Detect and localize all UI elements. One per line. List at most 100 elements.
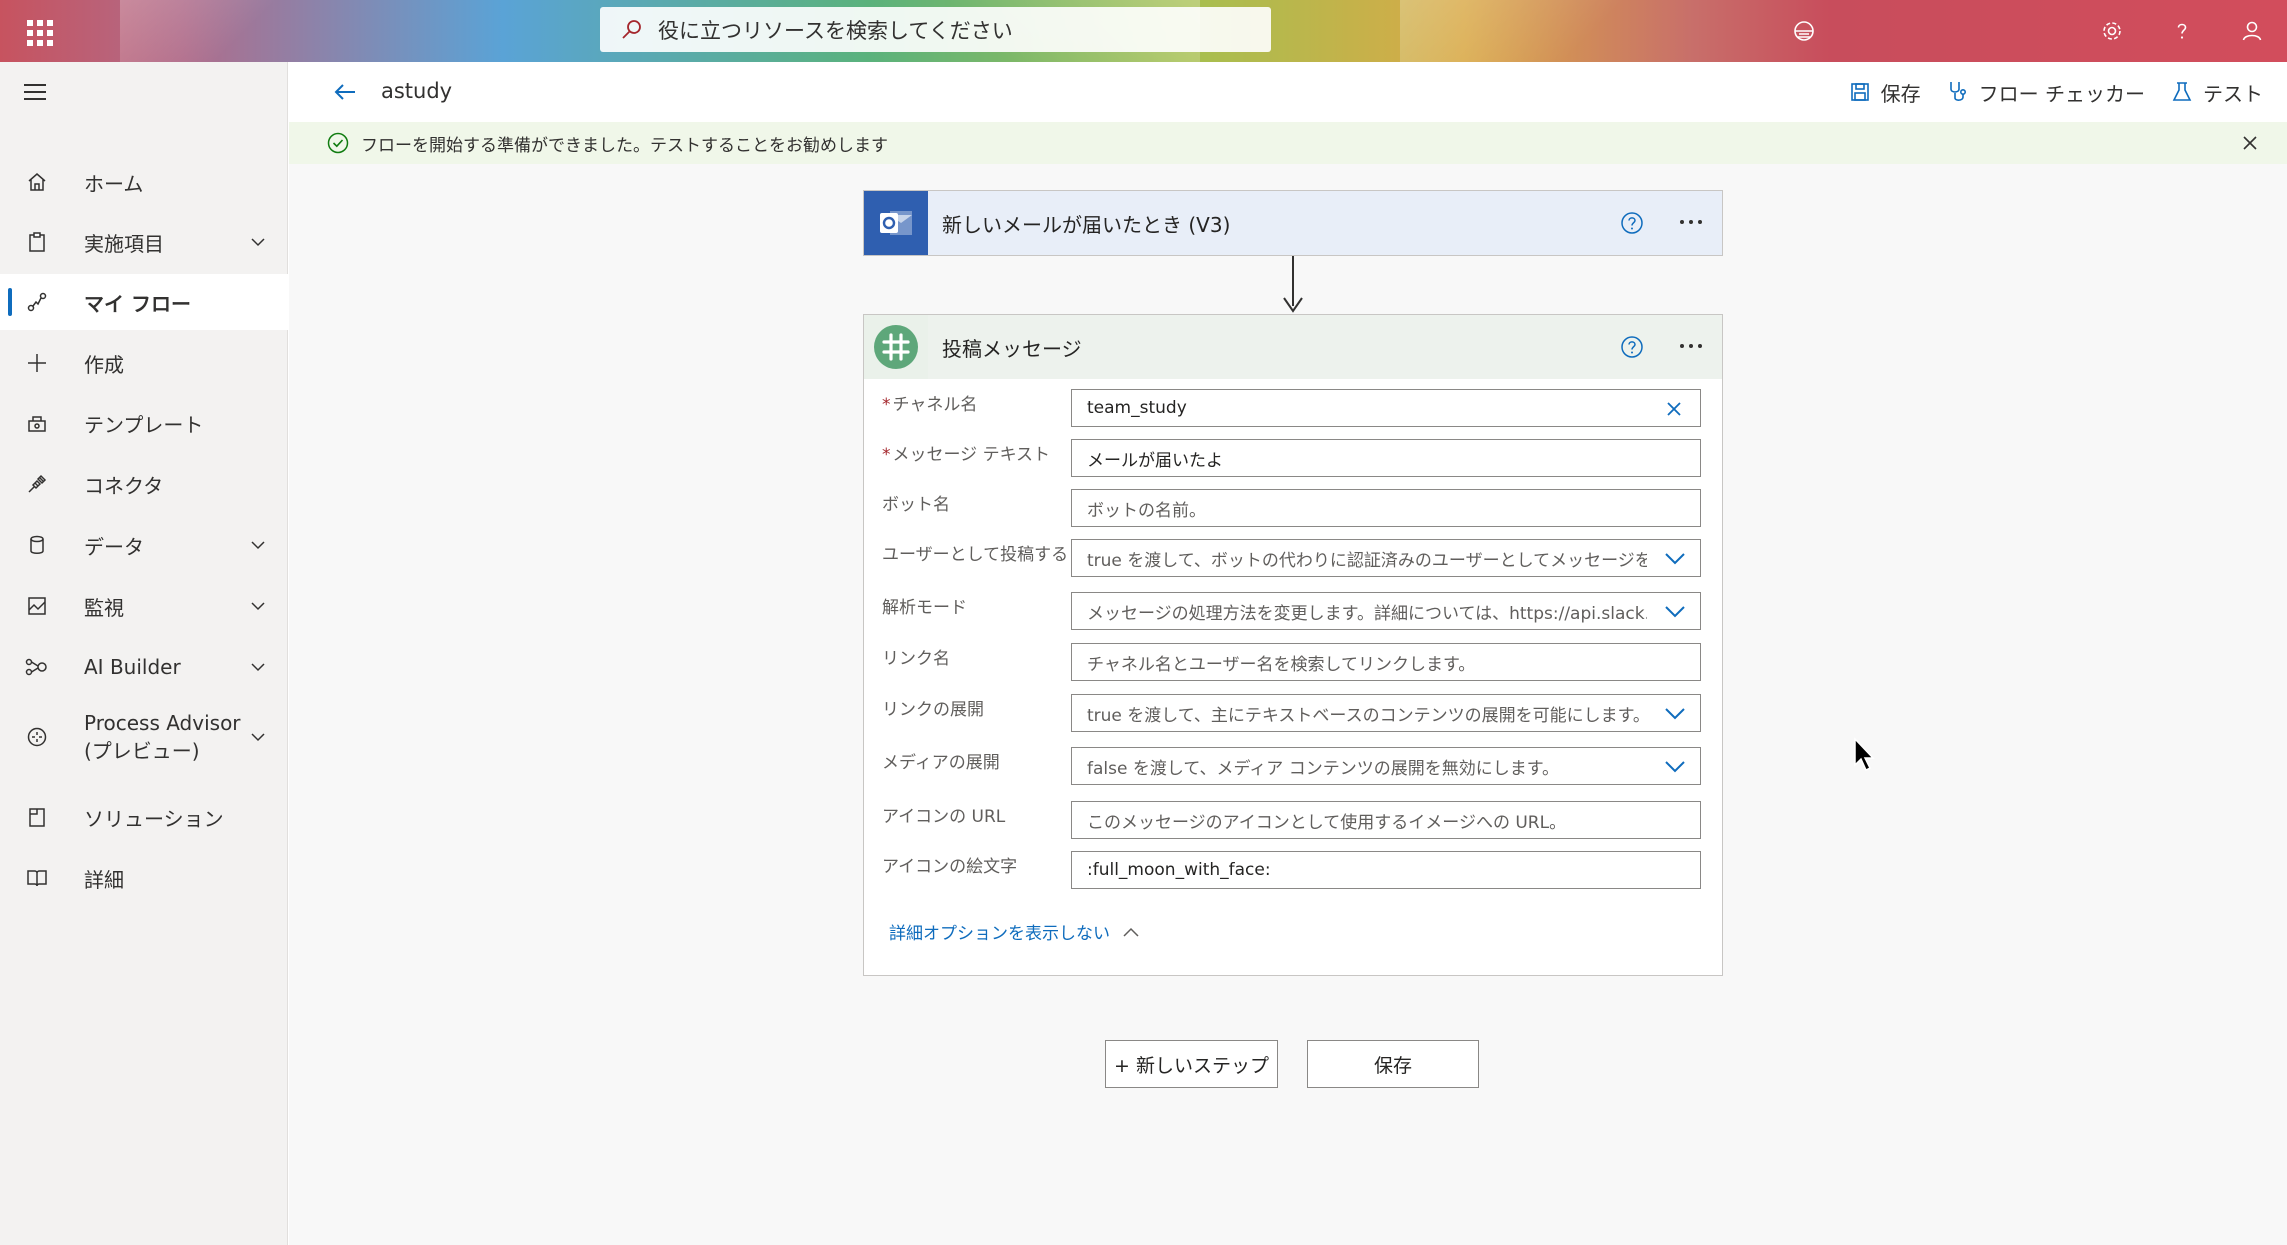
nav-item-solutions[interactable]: ソリューション: [0, 789, 288, 845]
solutions-icon: [24, 804, 50, 830]
chevron-down-icon[interactable]: [1664, 759, 1686, 775]
help-icon[interactable]: [2147, 0, 2217, 62]
field-label: ユーザーとして投稿する: [882, 545, 1069, 565]
trigger-card-header[interactable]: 新しいメールが届いたとき (V3): [864, 191, 1722, 255]
help-circle-icon[interactable]: [1620, 335, 1644, 359]
account-icon[interactable]: [2217, 0, 2287, 62]
nav-label: テンプレート: [84, 412, 204, 437]
nav-item-create[interactable]: 作成: [0, 335, 288, 391]
trigger-card[interactable]: 新しいメールが届いたとき (V3): [863, 190, 1723, 256]
field-label-text: メッセージ テキスト: [892, 445, 1051, 465]
environment-icon[interactable]: [1769, 0, 1839, 62]
field-unfurl-links: リンクの展開 true を渡して、主にテキストベースのコンテンツの展開を可能にし…: [864, 694, 1724, 738]
field-value: :full_moon_with_face:: [1087, 860, 1271, 880]
search-icon: [622, 19, 641, 39]
beaker-icon: [2172, 82, 2192, 101]
post-as-user-dropdown[interactable]: true を渡して、ボットの代わりに認証済みのユーザーとしてメッセージを投稿しま…: [1071, 539, 1701, 577]
settings-icon[interactable]: [2077, 0, 2147, 62]
nav-item-ai-builder[interactable]: AI Builder: [0, 639, 288, 695]
nav-item-action-items[interactable]: 実施項目: [0, 214, 288, 270]
arrow-down-icon: [1283, 297, 1303, 313]
nav-item-my-flows[interactable]: マイ フロー: [0, 274, 288, 330]
save-command-button[interactable]: 保存: [1849, 78, 1921, 107]
save-button[interactable]: 保存: [1307, 1040, 1479, 1088]
field-placeholder: このメッセージのアイコンとして使用するイメージへの URL。: [1087, 812, 1567, 833]
flow-name: astudy: [381, 79, 453, 103]
hamburger-menu-icon[interactable]: [24, 84, 50, 104]
icon-url-input[interactable]: このメッセージのアイコンとして使用するイメージへの URL。: [1071, 801, 1701, 839]
field-label: メディアの展開: [882, 753, 1000, 773]
parse-mode-dropdown[interactable]: メッセージの処理方法を変更します。詳細については、https://api.sla…: [1071, 592, 1701, 630]
chevron-down-icon[interactable]: [1664, 706, 1686, 722]
flow-checker-label: フロー チェッカー: [1978, 81, 2145, 106]
unfurl-links-dropdown[interactable]: true を渡して、主にテキストベースのコンテンツの展開を可能にします。: [1071, 694, 1701, 732]
required-marker: *: [882, 395, 891, 415]
connector-icon: [24, 471, 50, 497]
learn-icon: [24, 865, 50, 891]
slack-icon: [864, 315, 928, 379]
action-card: 投稿メッセージ * チャネル名 team_study * メッセージ テキスト メー…: [863, 314, 1723, 976]
nav-item-monitor[interactable]: 監視: [0, 578, 288, 634]
nav-label: マイ フロー: [84, 291, 191, 316]
save-command-label: 保存: [1880, 81, 1921, 106]
channel-name-input[interactable]: team_study: [1071, 389, 1701, 427]
left-navigation: ホーム 実施項目 マイ フロー 作成 テンプレート コネクタ データ 監視 AI…: [0, 62, 288, 1245]
close-icon[interactable]: [2241, 134, 2259, 152]
field-label: リンク名: [882, 649, 950, 669]
field-placeholder: ボットの名前。: [1087, 500, 1206, 521]
action-card-header[interactable]: 投稿メッセージ: [864, 315, 1722, 379]
nav-item-connectors[interactable]: コネクタ: [0, 456, 288, 512]
back-arrow-icon[interactable]: [331, 78, 359, 106]
top-header-bar: 役に立つリソースを検索してください: [0, 0, 2287, 62]
message-text-input[interactable]: メールが届いたよ: [1071, 439, 1701, 477]
chevron-down-icon[interactable]: [248, 596, 268, 616]
nav-label: データ: [84, 534, 144, 559]
new-step-button[interactable]: + 新しいステップ: [1105, 1040, 1278, 1088]
link-names-input[interactable]: チャネル名とユーザー名を検索してリンクします。: [1071, 643, 1701, 681]
field-post-as-user: ユーザーとして投稿する true を渡して、ボットの代わりに認証済みのユーザーと…: [864, 539, 1724, 583]
chevron-down-icon[interactable]: [248, 657, 268, 677]
field-link-names: リンク名 チャネル名とユーザー名を検索してリンクします。: [864, 643, 1724, 687]
flow-checker-button[interactable]: フロー チェッカー: [1947, 78, 2145, 107]
clear-icon[interactable]: [1664, 399, 1684, 419]
nav-label-line2: (プレビュー): [84, 739, 200, 763]
chevron-down-icon[interactable]: [248, 535, 268, 555]
hide-advanced-options-link[interactable]: 詳細オプションを表示しない: [889, 919, 1140, 944]
nav-item-home[interactable]: ホーム: [0, 154, 288, 210]
flow-icon: [24, 289, 50, 315]
header-decoration: [120, 0, 320, 62]
nav-item-templates[interactable]: テンプレート: [0, 395, 288, 451]
action-items-icon: [24, 229, 50, 255]
database-icon: [24, 532, 50, 558]
ai-builder-icon: [24, 654, 50, 680]
field-label: アイコンの URL: [882, 807, 1006, 827]
field-label: * メッセージ テキスト: [882, 445, 1072, 465]
field-label: リンクの展開: [882, 700, 984, 720]
nav-item-data[interactable]: データ: [0, 517, 288, 573]
field-message-text: * メッセージ テキスト メールが届いたよ: [864, 439, 1724, 483]
icon-emoji-input[interactable]: :full_moon_with_face:: [1071, 851, 1701, 889]
unfurl-media-dropdown[interactable]: false を渡して、メディア コンテンツの展開を無効にします。: [1071, 747, 1701, 785]
checkmark-circle-icon: [327, 132, 349, 154]
app-launcher-icon[interactable]: [22, 15, 54, 47]
help-circle-icon[interactable]: [1620, 211, 1644, 235]
more-options-icon[interactable]: [1675, 344, 1702, 348]
save-label: 保存: [1373, 1054, 1412, 1077]
chevron-down-icon[interactable]: [248, 232, 268, 252]
field-placeholder: true を渡して、主にテキストベースのコンテンツの展開を可能にします。: [1087, 705, 1647, 726]
nav-label-line1: Process Advisor: [84, 711, 241, 735]
chevron-down-icon[interactable]: [1664, 604, 1686, 620]
chevron-down-icon[interactable]: [1664, 551, 1686, 567]
test-button[interactable]: テスト: [2171, 78, 2263, 107]
nav-label: 作成: [84, 352, 124, 377]
nav-label: 実施項目: [84, 231, 164, 256]
success-message-text: フローを開始する準備ができました。テストすることをお勧めします: [361, 135, 888, 156]
nav-item-process-advisor[interactable]: Process Advisor (プレビュー): [0, 698, 288, 776]
bot-name-input[interactable]: ボットの名前。: [1071, 489, 1701, 527]
nav-item-learn[interactable]: 詳細: [0, 850, 288, 906]
chevron-down-icon[interactable]: [248, 727, 268, 747]
more-options-icon[interactable]: [1675, 220, 1702, 224]
search-box[interactable]: 役に立つリソースを検索してください: [600, 7, 1271, 52]
search-placeholder: 役に立つリソースを検索してください: [658, 18, 1013, 43]
nav-label: ホーム: [84, 171, 144, 196]
